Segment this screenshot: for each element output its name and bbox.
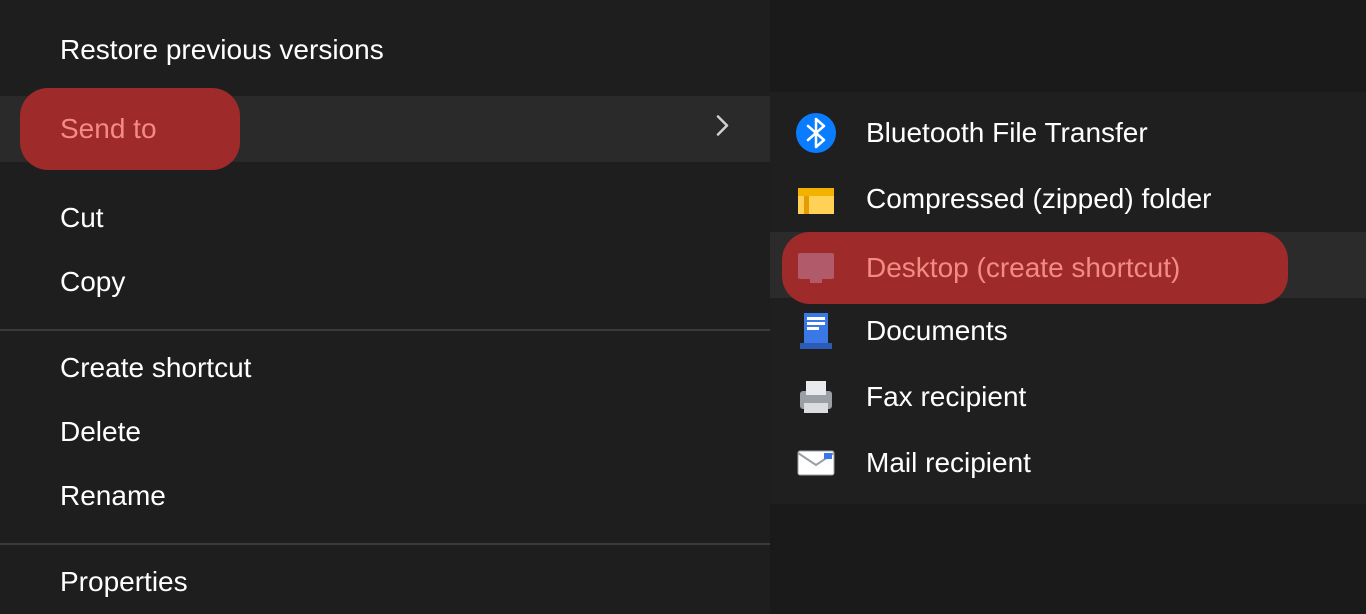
- menu-item-label: Cut: [60, 202, 104, 234]
- zip-folder-icon: [796, 179, 836, 219]
- desktop-icon: [796, 248, 836, 288]
- submenu-item-label: Bluetooth File Transfer: [866, 117, 1148, 149]
- chevron-right-icon: [716, 115, 730, 144]
- menu-item-label: Restore previous versions: [60, 34, 384, 66]
- submenu-item-label: Fax recipient: [866, 381, 1026, 413]
- submenu-item-mail-recipient[interactable]: Mail recipient: [770, 430, 1366, 496]
- fax-icon: [796, 377, 836, 417]
- bluetooth-icon: [796, 113, 836, 153]
- menu-item-label: Send to: [60, 113, 157, 145]
- menu-item-delete[interactable]: Delete: [0, 404, 770, 460]
- menu-item-properties[interactable]: Properties: [0, 554, 770, 610]
- submenu-item-bluetooth[interactable]: Bluetooth File Transfer: [770, 100, 1366, 166]
- menu-item-label: Rename: [60, 480, 166, 512]
- submenu-item-compressed-folder[interactable]: Compressed (zipped) folder: [770, 166, 1366, 232]
- submenu-item-label: Desktop (create shortcut): [866, 252, 1180, 284]
- menu-item-rename[interactable]: Rename: [0, 468, 770, 524]
- menu-item-label: Properties: [60, 566, 188, 598]
- submenu-item-label: Documents: [866, 315, 1008, 347]
- menu-separator: [0, 543, 770, 545]
- menu-item-label: Create shortcut: [60, 352, 251, 384]
- menu-item-label: Copy: [60, 266, 125, 298]
- documents-icon: [796, 311, 836, 351]
- menu-separator: [0, 329, 770, 331]
- menu-item-create-shortcut[interactable]: Create shortcut: [0, 340, 770, 396]
- menu-item-restore-previous-versions[interactable]: Restore previous versions: [0, 22, 770, 78]
- menu-item-label: Delete: [60, 416, 141, 448]
- submenu-item-fax-recipient[interactable]: Fax recipient: [770, 364, 1366, 430]
- menu-item-copy[interactable]: Copy: [0, 254, 770, 310]
- submenu-item-label: Compressed (zipped) folder: [866, 183, 1212, 215]
- submenu-item-documents[interactable]: Documents: [770, 298, 1366, 364]
- menu-item-cut[interactable]: Cut: [0, 190, 770, 246]
- highlight-desktop-shortcut[interactable]: Desktop (create shortcut): [782, 232, 1288, 304]
- submenu-item-label: Mail recipient: [866, 447, 1031, 479]
- mail-icon: [796, 443, 836, 483]
- context-menu: Restore previous versions Send to Cut Co…: [0, 0, 770, 614]
- highlight-send-to[interactable]: Send to: [20, 88, 240, 170]
